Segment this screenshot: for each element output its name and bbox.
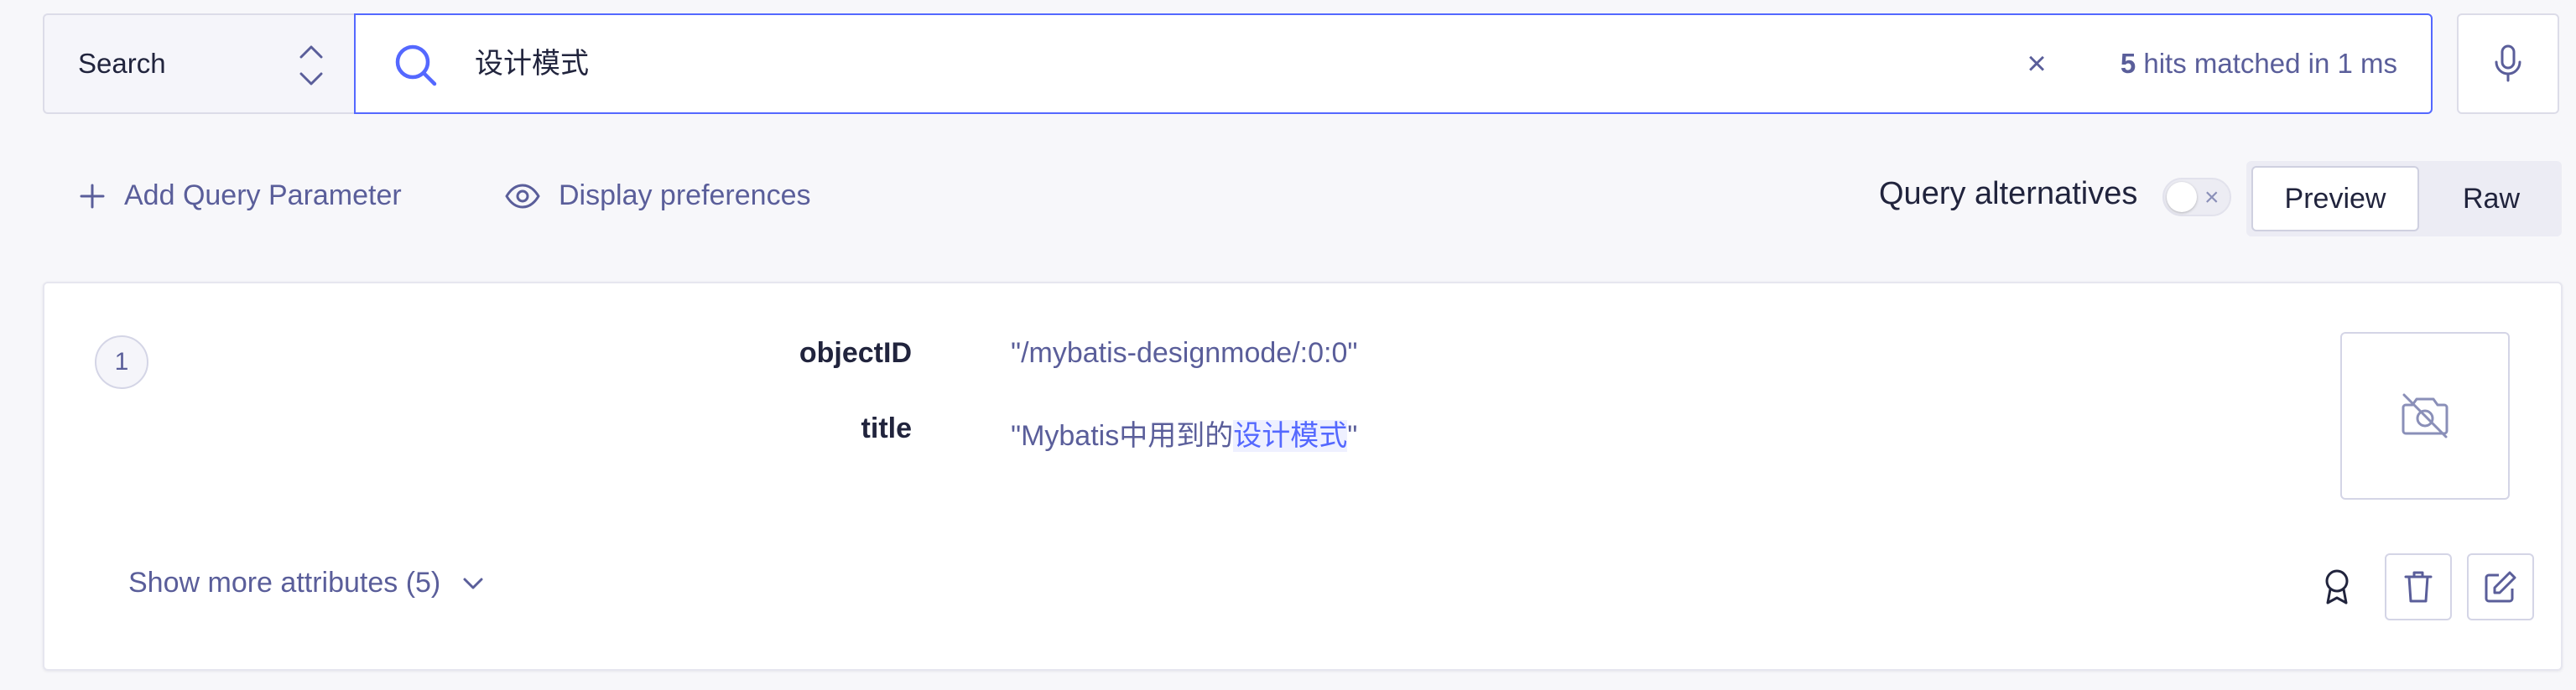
display-preferences-button[interactable]: Display preferences [505,179,810,212]
search-mode-select[interactable]: Search [43,13,355,114]
title-value-prefix: "Mybatis中用到的 [1011,420,1234,452]
query-alternatives-toggle[interactable]: × [2162,178,2231,216]
attribute-row: title "Mybatis中用到的设计模式" [44,412,2561,463]
eye-icon [505,184,540,208]
voice-search-button[interactable] [2457,13,2559,114]
award-icon [2325,569,2349,604]
view-mode-switch: Preview Raw [2246,161,2562,236]
attribute-value: "Mybatis中用到的设计模式" [1011,412,1357,454]
plus-icon [80,184,105,208]
add-query-parameter-button[interactable]: Add Query Parameter [79,179,402,212]
image-placeholder [2340,332,2510,500]
search-icon [395,44,437,86]
title-value-suffix: " [1347,420,1358,452]
hits-summary-text: hits matched in 1 ms [2143,48,2397,79]
clear-search-icon[interactable]: × [2018,45,2055,82]
attribute-key: title [861,412,912,444]
hits-count: 5 [2120,48,2136,79]
show-more-attributes-button[interactable]: Show more attributes (5) [128,567,484,599]
camera-off-icon [2402,393,2449,438]
chevron-down-icon [463,578,483,589]
search-bar: Search 设计模式 × 5 hits matched in 1 ms [43,13,2563,114]
search-preview-page: Search 设计模式 × 5 hits matched in 1 ms Add… [0,0,2576,690]
search-input[interactable]: 设计模式 × 5 hits matched in 1 ms [354,13,2433,114]
trash-icon [2404,571,2433,603]
hits-summary: 5 hits matched in 1 ms [2121,15,2397,112]
microphone-icon [2495,44,2521,82]
toggle-knob [2167,182,2197,212]
attribute-key: objectID [799,337,912,369]
display-preferences-label: Display preferences [559,179,811,211]
toggle-off-icon: × [2204,184,2220,211]
delete-record-button[interactable] [2385,553,2452,620]
attribute-value: "/mybatis-designmode/:0:0" [1011,337,1358,369]
search-mode-label: Search [78,48,166,79]
search-query-text[interactable]: 设计模式 [475,15,589,112]
results-toolbar: Add Query Parameter Display preferences … [0,154,2576,241]
hit-card: 1 objectID "/mybatis-designmode/:0:0" ti… [43,282,2563,671]
attribute-row: objectID "/mybatis-designmode/:0:0" [44,337,2561,387]
chevron-up-down-icon [299,45,323,86]
show-more-label: Show more attributes (5) [128,567,441,599]
edit-record-button[interactable] [2467,553,2534,620]
edit-icon [2485,571,2516,603]
preview-view-button[interactable]: Preview [2251,166,2419,231]
query-alternatives-label: Query alternatives [1879,176,2138,211]
add-query-parameter-label: Add Query Parameter [124,179,402,211]
raw-view-button[interactable]: Raw [2421,166,2562,231]
ranking-info-button[interactable] [2303,553,2370,620]
highlighted-match: 设计模式 [1233,420,1348,452]
